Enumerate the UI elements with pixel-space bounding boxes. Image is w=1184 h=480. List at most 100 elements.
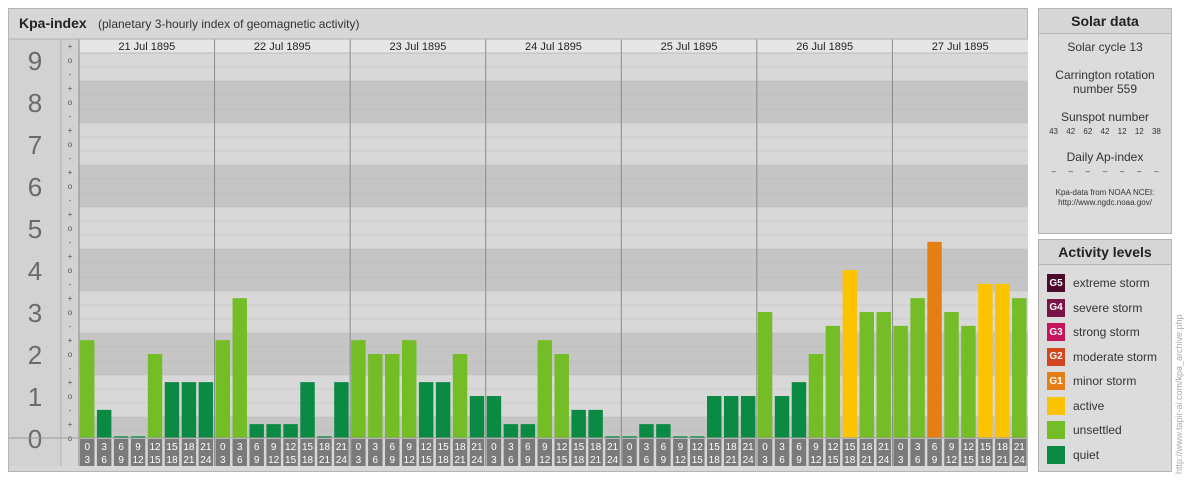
data-source: Kpa-data from NOAA NCEI: http://www.ngdc… — [1039, 188, 1171, 208]
kp-bar — [723, 396, 739, 438]
level-label: severe storm — [1073, 300, 1143, 315]
y-minor-tick: - — [69, 154, 72, 163]
activity-levels-list: G5 extreme storm G4 severe storm G3 strong st… — [1039, 265, 1171, 467]
y-minor-tick: + — [68, 252, 73, 261]
time-end-label: 6 — [779, 455, 785, 466]
level-label: moderate storm — [1073, 349, 1158, 364]
kp-bar — [80, 340, 95, 438]
time-end-label: 15 — [827, 455, 839, 466]
y-minor-tick: + — [68, 168, 73, 177]
sunspot-value: 42 — [1100, 127, 1110, 136]
activity-levels-title: Activity levels — [1039, 240, 1171, 265]
solar-data-title: Solar data — [1039, 9, 1171, 34]
kp-bar — [707, 396, 722, 438]
kp-bar — [791, 382, 807, 438]
time-end-label: 15 — [285, 455, 297, 466]
level-swatch — [1047, 445, 1065, 464]
time-start-label: 6 — [932, 442, 938, 453]
time-start-label: 9 — [271, 442, 277, 453]
level-swatch: G5 — [1047, 274, 1065, 293]
time-end-label: 3 — [491, 455, 497, 466]
y-tick-label: 5 — [28, 214, 42, 244]
time-end-label: 9 — [389, 455, 395, 466]
time-start-label: 18 — [183, 442, 195, 453]
time-end-label: 12 — [675, 455, 687, 466]
activity-level-item: G2 moderate storm — [1039, 345, 1171, 370]
time-end-label: 15 — [963, 455, 975, 466]
y-minor-tick: + — [68, 336, 73, 345]
time-start-label: 21 — [743, 442, 755, 453]
activity-level-item: quiet — [1039, 443, 1171, 468]
time-start-label: 21 — [878, 442, 890, 453]
level-swatch: G3 — [1047, 323, 1065, 342]
activity-level-item: G4 severe storm — [1039, 296, 1171, 321]
y-minor-tick: - — [69, 112, 72, 121]
time-end-label: 24 — [471, 455, 483, 466]
ap-index-value: – — [1102, 167, 1108, 176]
kp-band — [79, 207, 1028, 249]
y-minor-tick: o — [68, 350, 73, 359]
level-swatch: G4 — [1047, 298, 1065, 317]
level-swatch: G1 — [1047, 372, 1065, 391]
time-end-label: 3 — [898, 455, 904, 466]
time-end-label: 18 — [166, 455, 178, 466]
time-start-label: 3 — [237, 442, 243, 453]
kp-bar — [418, 382, 434, 438]
time-end-label: 24 — [200, 455, 212, 466]
activity-level-item: G3 strong storm — [1039, 320, 1171, 345]
day-label: 24 Jul 1895 — [525, 41, 582, 53]
time-start-label: 18 — [997, 442, 1009, 453]
y-minor-tick: o — [68, 266, 73, 275]
time-end-label: 18 — [709, 455, 721, 466]
time-end-label: 12 — [404, 455, 416, 466]
sunspot-value: 38 — [1151, 127, 1161, 136]
day-label: 25 Jul 1895 — [661, 41, 718, 53]
time-start-label: 9 — [542, 442, 548, 453]
y-minor-tick: - — [69, 406, 72, 415]
y-minor-tick: + — [68, 84, 73, 93]
kp-bar — [978, 283, 993, 438]
time-start-label: 21 — [200, 442, 212, 453]
ap-index-value: – — [1068, 167, 1073, 176]
y-minor-tick: - — [69, 280, 72, 289]
time-end-label: 18 — [438, 455, 450, 466]
y-tick-label: 3 — [28, 298, 42, 328]
level-label: quiet — [1073, 447, 1100, 462]
y-minor-tick: - — [69, 364, 72, 373]
kp-bar — [893, 325, 908, 438]
y-tick-label: 8 — [28, 88, 42, 118]
time-start-label: 0 — [762, 442, 768, 453]
time-end-label: 9 — [932, 455, 938, 466]
time-end-label: 6 — [101, 455, 107, 466]
time-start-label: 21 — [471, 442, 483, 453]
time-start-label: 15 — [844, 442, 856, 453]
time-end-label: 3 — [627, 455, 633, 466]
time-start-label: 0 — [491, 442, 497, 453]
time-end-label: 21 — [319, 455, 331, 466]
time-end-label: 21 — [997, 455, 1009, 466]
y-tick-label: 4 — [28, 256, 42, 286]
time-end-label: 6 — [373, 455, 379, 466]
time-end-label: 9 — [118, 455, 124, 466]
time-end-label: 9 — [661, 455, 667, 466]
kp-band — [79, 123, 1028, 165]
time-end-label: 3 — [84, 455, 90, 466]
source-line-2: http://www.ngdc.noaa.gov/ — [1058, 198, 1152, 207]
time-start-label: 15 — [166, 442, 178, 453]
kp-bar — [808, 354, 824, 438]
solar-cycle: Solar cycle 13 — [1067, 40, 1143, 54]
kp-bar — [469, 396, 485, 438]
y-tick-label: 1 — [28, 382, 42, 412]
time-start-label: 0 — [220, 442, 226, 453]
time-start-label: 6 — [389, 442, 395, 453]
kp-bar — [164, 382, 180, 438]
kp-bar — [656, 424, 671, 438]
y-minor-tick: o — [68, 224, 73, 233]
time-end-label: 12 — [133, 455, 145, 466]
y-minor-tick: + — [68, 42, 73, 51]
time-start-label: 15 — [709, 442, 721, 453]
kp-bar — [249, 424, 264, 438]
time-end-label: 15 — [692, 455, 704, 466]
kp-bar — [351, 340, 366, 438]
ap-index-value: – — [1119, 167, 1125, 176]
